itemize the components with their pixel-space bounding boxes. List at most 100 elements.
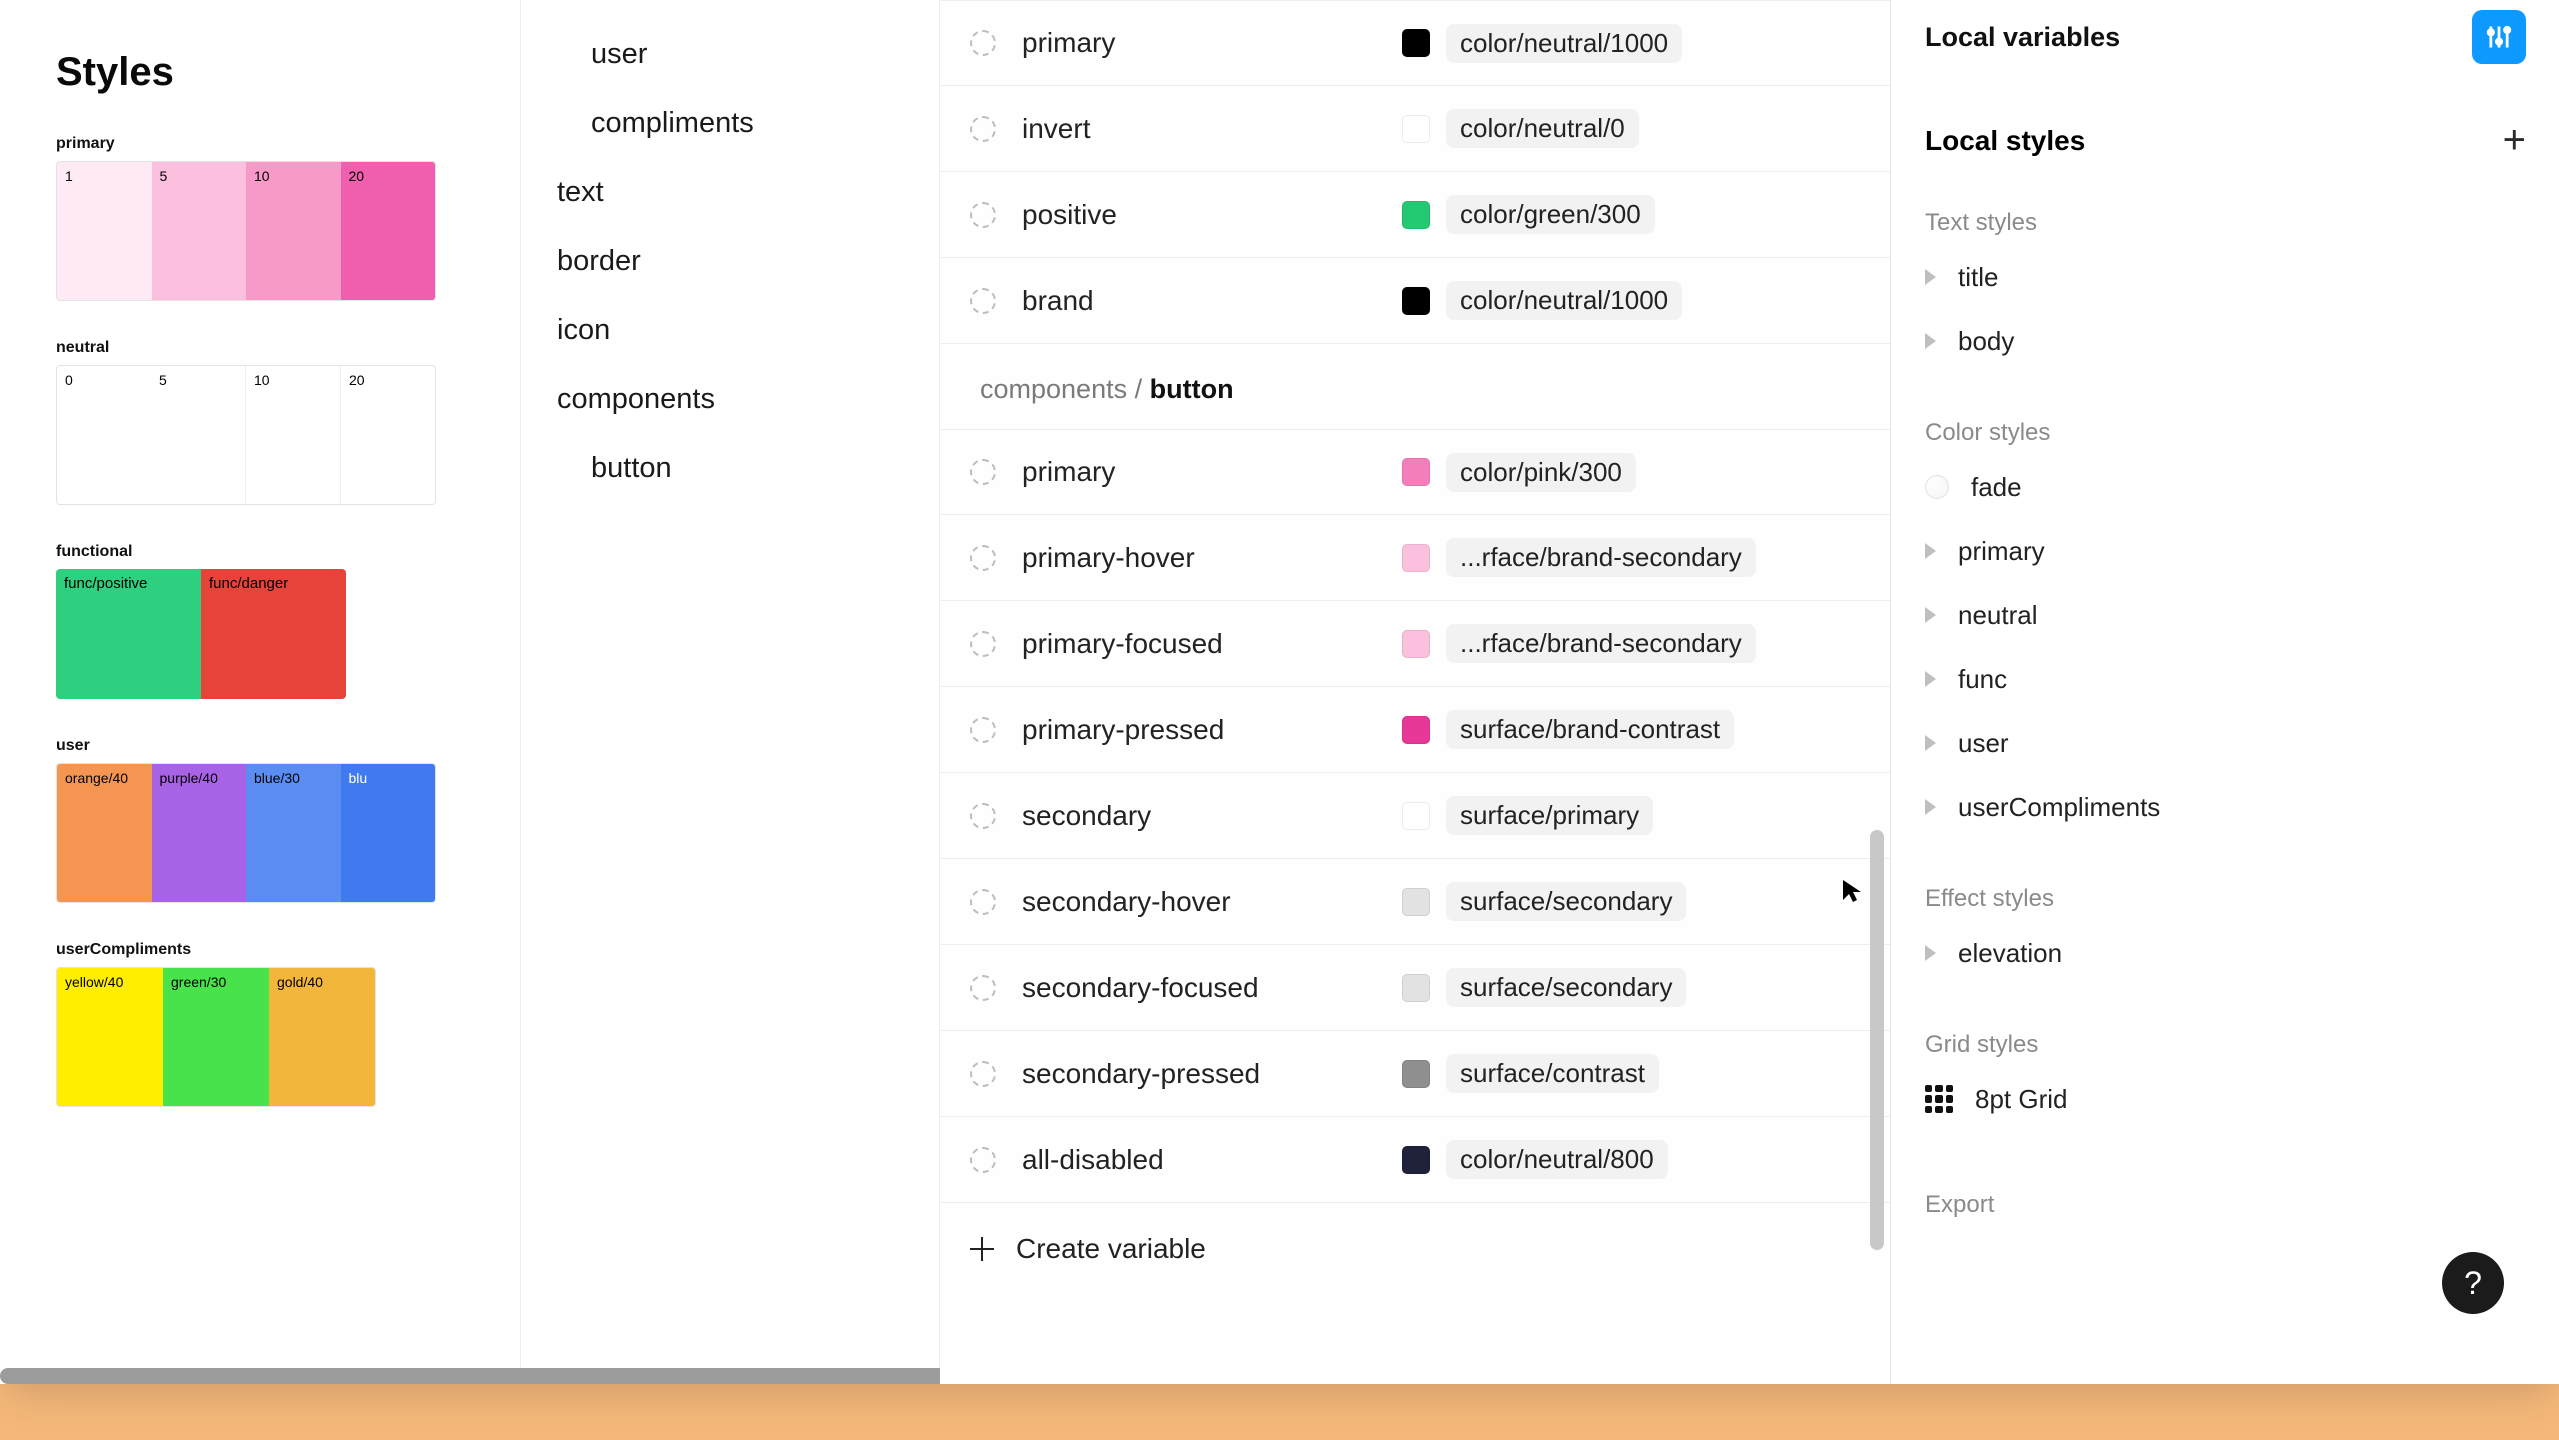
variable-row[interactable]: secondary-focused surface/secondary [940,945,1890,1031]
variables-v-scrollbar[interactable] [1870,830,1884,1250]
variable-alias[interactable]: surface/secondary [1446,882,1686,921]
color-chip [1402,1060,1430,1088]
variable-alias[interactable]: surface/contrast [1446,1054,1659,1093]
style-item-body[interactable]: body [1925,309,2526,373]
neutral-swatch-row: 0 5 10 20 [56,365,436,505]
add-style-button[interactable]: + [2503,118,2526,163]
variable-alias[interactable]: color/neutral/0 [1446,109,1639,148]
swatch[interactable]: gold/40 [269,968,375,1106]
variable-row[interactable]: secondary-hover surface/secondary [940,859,1890,945]
help-button[interactable]: ? [2442,1252,2504,1314]
variable-group-tree: user compliments text border icon compon… [520,0,940,1384]
swatch[interactable]: 20 [340,366,435,504]
color-chip [1402,888,1430,916]
swatch[interactable]: 10 [245,366,340,504]
swatch[interactable]: blu [341,764,436,902]
swatch[interactable]: 10 [246,162,341,300]
tree-item-text[interactable]: text [557,158,939,227]
grid-styles-label: Grid styles [1925,1031,2526,1059]
variable-row[interactable]: primary-focused ...rface/brand-secondary [940,601,1890,687]
tree-item-components[interactable]: components [557,365,939,434]
style-item-primary[interactable]: primary [1925,519,2526,583]
palette-label-user: user [56,737,520,755]
swatch[interactable]: 5 [151,366,245,504]
variable-row[interactable]: invert color/neutral/0 [940,86,1890,172]
variable-alias[interactable]: color/green/300 [1446,195,1655,234]
caret-icon [1925,269,1936,285]
variable-type-icon [970,889,996,915]
variable-alias[interactable]: ...rface/brand-secondary [1446,624,1756,663]
style-item-fade[interactable]: fade [1925,455,2526,519]
variable-row[interactable]: primary color/neutral/1000 [940,0,1890,86]
variable-row[interactable]: primary color/pink/300 [940,429,1890,515]
style-item-title[interactable]: title [1925,245,2526,309]
swatch[interactable]: 20 [341,162,436,300]
caret-icon [1925,799,1936,815]
color-chip [1402,115,1430,143]
swatch[interactable]: blue/30 [246,764,341,902]
variable-name: brand [1022,285,1402,317]
style-item-user-compliments[interactable]: userCompliments [1925,775,2526,839]
variables-panel: primary color/neutral/1000 invert color/… [940,0,1890,1384]
variable-name: secondary [1022,800,1402,832]
tree-item-border[interactable]: border [557,227,939,296]
caret-icon [1925,945,1936,961]
variable-row[interactable]: all-disabled color/neutral/800 [940,1117,1890,1203]
swatch[interactable]: 5 [152,162,247,300]
swatch[interactable]: func/danger [201,569,346,699]
variables-settings-button[interactable] [2472,10,2526,64]
variable-row[interactable]: brand color/neutral/1000 [940,258,1890,344]
variable-type-icon [970,202,996,228]
tree-item-compliments[interactable]: compliments [557,89,939,158]
variable-row[interactable]: secondary surface/primary [940,773,1890,859]
swatch[interactable]: orange/40 [57,764,152,902]
canvas[interactable]: Styles primary 1 5 10 20 neutral 0 5 10 … [0,0,520,1384]
swatch[interactable]: green/30 [163,968,269,1106]
color-chip [1402,287,1430,315]
section-heading: components / button [940,344,1890,429]
variable-row[interactable]: secondary-pressed surface/contrast [940,1031,1890,1117]
style-item-func[interactable]: func [1925,647,2526,711]
variable-row[interactable]: primary-pressed surface/brand-contrast [940,687,1890,773]
variable-row[interactable]: primary-hover ...rface/brand-secondary [940,515,1890,601]
variable-alias[interactable]: ...rface/brand-secondary [1446,538,1756,577]
variable-type-icon [970,459,996,485]
swatch[interactable]: purple/40 [152,764,247,902]
tree-item-user[interactable]: user [557,20,939,89]
plus-icon [970,1237,994,1261]
palette-label-compliments: userCompliments [56,941,520,959]
variable-alias[interactable]: surface/secondary [1446,968,1686,1007]
user-compliments-swatch-row: yellow/40 green/30 gold/40 [56,967,376,1107]
export-heading[interactable]: Export [1925,1191,2526,1219]
canvas-h-scrollbar[interactable] [0,1368,980,1384]
variable-alias[interactable]: surface/primary [1446,796,1653,835]
variable-alias[interactable]: color/neutral/1000 [1446,24,1682,63]
inspector-title: Local variables [1925,22,2120,53]
tree-item-button[interactable]: button [557,434,939,503]
tree-item-icon[interactable]: icon [557,296,939,365]
style-item-neutral[interactable]: neutral [1925,583,2526,647]
swatch[interactable]: func/positive [56,569,201,699]
variable-row[interactable]: positive color/green/300 [940,172,1890,258]
variable-type-icon [970,30,996,56]
color-chip [1402,974,1430,1002]
swatch[interactable]: 0 [57,366,151,504]
style-item-user[interactable]: user [1925,711,2526,775]
palette-label-functional: functional [56,543,520,561]
variable-alias[interactable]: color/neutral/1000 [1446,281,1682,320]
variable-alias[interactable]: color/pink/300 [1446,453,1636,492]
styles-heading: Styles [56,50,520,95]
style-item-elevation[interactable]: elevation [1925,921,2526,985]
primary-swatch-row: 1 5 10 20 [56,161,436,301]
variable-alias[interactable]: color/neutral/800 [1446,1140,1668,1179]
variable-alias[interactable]: surface/brand-contrast [1446,710,1734,749]
create-variable-button[interactable]: Create variable [940,1203,1890,1295]
color-chip [1402,630,1430,658]
sliders-icon [2485,23,2513,51]
effect-styles-label: Effect styles [1925,885,2526,913]
swatch[interactable]: 1 [57,162,152,300]
caret-icon [1925,607,1936,623]
swatch[interactable]: yellow/40 [57,968,163,1106]
fade-dot-icon [1925,475,1949,499]
style-item-8pt-grid[interactable]: 8pt Grid [1925,1067,2526,1131]
